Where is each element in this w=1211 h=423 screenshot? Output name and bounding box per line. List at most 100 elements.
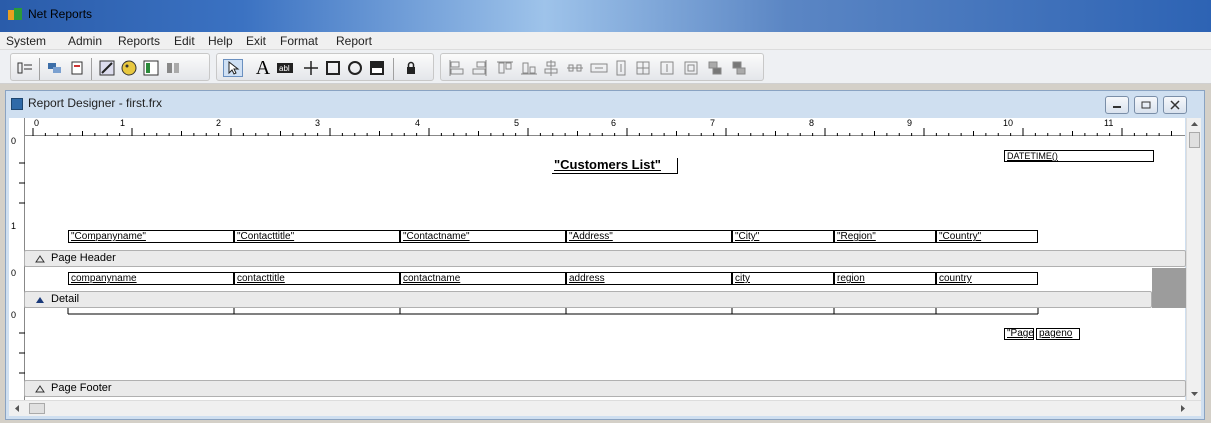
header-column-field[interactable]: "Contactname" — [400, 230, 566, 243]
band-detail[interactable]: Detail — [24, 291, 1152, 308]
detail-field-text: contacttitle — [237, 273, 285, 284]
band-label: Page Header — [51, 252, 116, 264]
align-tools-icon[interactable] — [447, 59, 759, 77]
menu-edit[interactable]: Edit — [174, 34, 195, 48]
child-window-title: Report Designer - first.frx — [28, 96, 163, 110]
horizontal-scroll-thumb[interactable] — [29, 403, 45, 414]
datasource-icon[interactable] — [45, 59, 65, 77]
ruler-number: 8 — [809, 118, 815, 128]
datetime-text: DATETIME() — [1007, 151, 1058, 161]
header-column-field[interactable]: "Address" — [566, 230, 732, 243]
scroll-down-icon[interactable] — [1187, 388, 1202, 400]
horizontal-scrollbar[interactable] — [9, 400, 1201, 416]
page-label-field[interactable]: "Page" — [1004, 328, 1034, 340]
pageno-text: pageno — [1039, 328, 1073, 339]
toolbar-group-controls: A abl — [216, 53, 434, 81]
toolbar: A abl — [0, 50, 1211, 84]
scroll-left-icon[interactable] — [11, 401, 23, 416]
toolbar-group-align — [440, 53, 764, 81]
ruler-number: 5 — [514, 118, 520, 128]
ruler-number: 2 — [216, 118, 222, 128]
detail-field[interactable]: contactname — [400, 272, 566, 285]
vruler-ticks — [19, 162, 25, 374]
ruler-number: 1 — [120, 118, 126, 128]
menu-admin[interactable]: Admin — [68, 34, 102, 48]
band-collapse-icon — [36, 297, 44, 303]
detail-field[interactable]: country — [936, 272, 1038, 285]
header-column-text: "City" — [735, 231, 760, 242]
detail-field-text: region — [837, 273, 865, 284]
textbox-icon[interactable]: abl — [275, 59, 295, 77]
restore-button[interactable] — [1134, 96, 1158, 114]
ellipse-icon[interactable] — [345, 59, 365, 77]
band-collapse-icon — [35, 385, 45, 393]
header-column-text: "Country" — [939, 231, 982, 242]
vertical-ruler: 0 1 0 0 — [9, 118, 25, 400]
detail-field[interactable]: companyname — [68, 272, 234, 285]
pointer-icon[interactable] — [223, 59, 243, 77]
ruler-number: 6 — [611, 118, 617, 128]
grid-icon[interactable] — [163, 59, 183, 77]
restore-icon — [1141, 101, 1151, 109]
palette-icon[interactable] — [119, 59, 139, 77]
minimize-button[interactable] — [1105, 96, 1129, 114]
svg-text:abl: abl — [279, 64, 290, 73]
header-column-field[interactable]: "Country" — [936, 230, 1038, 243]
ruler-number: 10 — [1003, 118, 1014, 128]
close-icon — [1170, 100, 1180, 110]
page-icon[interactable] — [67, 59, 87, 77]
rectangle-icon[interactable] — [323, 59, 343, 77]
app-title-bar: Net Reports — [0, 0, 1211, 32]
vertical-scrollbar[interactable] — [1186, 118, 1201, 400]
designer-icon — [11, 98, 23, 110]
header-column-field[interactable]: "Contacttitle" — [234, 230, 400, 243]
header-column-text: "Companyname" — [71, 231, 146, 242]
menu-format[interactable]: Format — [280, 34, 318, 48]
menu-exit[interactable]: Exit — [246, 34, 266, 48]
header-column-text: "Address" — [569, 231, 613, 242]
header-column-field[interactable]: "Companyname" — [68, 230, 234, 243]
line-icon[interactable] — [301, 59, 321, 77]
menu-reports[interactable]: Reports — [118, 34, 160, 48]
ole-object-icon[interactable] — [367, 59, 387, 77]
menu-help[interactable]: Help — [208, 34, 233, 48]
band-page-footer[interactable]: Page Footer — [24, 380, 1186, 397]
menu-report[interactable]: Report — [336, 34, 372, 48]
close-button[interactable] — [1163, 96, 1187, 114]
header-column-field[interactable]: "City" — [732, 230, 834, 243]
app-title: Net Reports — [28, 7, 93, 21]
ruler-number: 11 — [1104, 118, 1114, 128]
detail-field-text: city — [735, 273, 750, 284]
toolbar-separator — [39, 58, 40, 80]
pageno-field[interactable]: pageno — [1036, 328, 1080, 340]
layout-icon[interactable] — [141, 59, 161, 77]
detail-field[interactable]: address — [566, 272, 732, 285]
minimize-icon — [1113, 106, 1121, 108]
report-title-field[interactable]: "Customers List" — [552, 158, 678, 174]
band-label: Page Footer — [51, 382, 112, 394]
lock-icon[interactable] — [401, 59, 421, 77]
detail-field[interactable]: city — [732, 272, 834, 285]
datetime-field[interactable]: DATETIME() — [1004, 150, 1154, 162]
detail-field-text: companyname — [71, 273, 137, 284]
scroll-up-icon[interactable] — [1187, 118, 1202, 130]
reports-icon — [8, 8, 22, 20]
detail-column-lines — [67, 308, 1039, 315]
detail-field-text: address — [569, 273, 605, 284]
ruler-number: 4 — [415, 118, 421, 128]
header-column-text: "Contactname" — [403, 231, 470, 242]
ruler-number: 7 — [710, 118, 716, 128]
toolbar-separator — [393, 58, 394, 80]
scroll-right-icon[interactable] — [1177, 401, 1189, 416]
tools-icon[interactable] — [97, 59, 117, 77]
band-page-header[interactable]: Page Header — [24, 250, 1186, 267]
page-label-text: "Page" — [1007, 328, 1034, 339]
vertical-scroll-thumb[interactable] — [1189, 132, 1200, 148]
detail-field[interactable]: contacttitle — [234, 272, 400, 285]
menu-system[interactable]: System — [6, 34, 46, 48]
header-column-field[interactable]: "Region" — [834, 230, 936, 243]
detail-field[interactable]: region — [834, 272, 936, 285]
text-label-icon[interactable]: A — [253, 57, 273, 79]
properties-icon[interactable] — [15, 59, 35, 77]
ruler-number: 0 — [34, 118, 40, 128]
